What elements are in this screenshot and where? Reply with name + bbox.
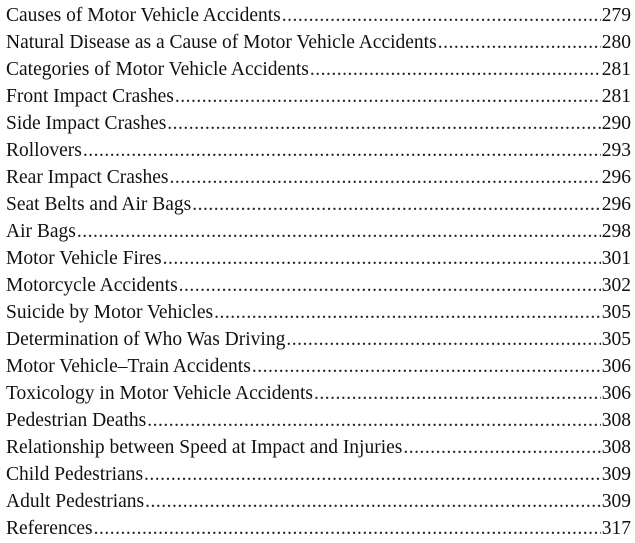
toc-entry-title: Motorcycle Accidents — [6, 275, 178, 296]
toc-entry-page: 305 — [601, 302, 631, 323]
dot-leader — [282, 2, 601, 29]
toc-entry-page: 293 — [601, 140, 631, 161]
toc-entry-page: 308 — [601, 410, 631, 431]
toc-entry-page: 317 — [601, 518, 631, 539]
dot-leader — [77, 218, 601, 245]
dot-leader — [214, 299, 601, 326]
toc-entry[interactable]: Adult Pedestrians 309 — [6, 488, 631, 515]
dot-leader — [252, 353, 601, 380]
toc-entry-title: Categories of Motor Vehicle Accidents — [6, 59, 309, 80]
dot-leader — [144, 461, 601, 488]
toc-entry[interactable]: Motor Vehicle Fires 301 — [6, 245, 631, 272]
toc-entry[interactable]: Categories of Motor Vehicle Accidents 28… — [6, 56, 631, 83]
toc-entry-page: 281 — [601, 59, 631, 80]
dot-leader — [83, 137, 601, 164]
toc-entry[interactable]: Front Impact Crashes 281 — [6, 83, 631, 110]
dot-leader — [94, 515, 601, 542]
dot-leader — [438, 29, 601, 56]
dot-leader — [179, 272, 601, 299]
dot-leader — [169, 164, 600, 191]
toc-entry-title: Relationship between Speed at Impact and… — [6, 437, 403, 458]
dot-leader — [310, 56, 601, 83]
toc-entry[interactable]: Determination of Who Was Driving 305 — [6, 326, 631, 353]
toc-entry[interactable]: Causes of Motor Vehicle Accidents 279 — [6, 2, 631, 29]
toc-entry[interactable]: Motor Vehicle–Train Accidents 306 — [6, 353, 631, 380]
toc-entry-page: 298 — [601, 221, 631, 242]
toc-entry-page: 305 — [601, 329, 631, 350]
toc-entry-title: Natural Disease as a Cause of Motor Vehi… — [6, 32, 437, 53]
toc-entry-page: 302 — [601, 275, 631, 296]
toc-entry[interactable]: Rear Impact Crashes 296 — [6, 164, 631, 191]
toc-entry-page: 308 — [601, 437, 631, 458]
toc-entry-title: Determination of Who Was Driving — [6, 329, 286, 350]
toc-entry-page: 309 — [601, 491, 631, 512]
toc-entry-title: Front Impact Crashes — [6, 86, 174, 107]
toc-entry-title: Rear Impact Crashes — [6, 167, 169, 188]
dot-leader — [314, 380, 601, 407]
toc-entry-title: Rollovers — [6, 140, 82, 161]
toc-entry[interactable]: Motorcycle Accidents 302 — [6, 272, 631, 299]
toc-entry-page: 296 — [601, 167, 631, 188]
toc-entry-title: References — [6, 518, 93, 539]
toc-entry-page: 280 — [601, 32, 631, 53]
dot-leader — [163, 245, 601, 272]
toc-entry-title: Child Pedestrians — [6, 464, 144, 485]
toc-entry-page: 301 — [601, 248, 631, 269]
toc-entry-page: 306 — [601, 356, 631, 377]
toc-entry[interactable]: Relationship between Speed at Impact and… — [6, 434, 631, 461]
toc-entry-page: 290 — [601, 113, 631, 134]
toc-entry-title: Pedestrian Deaths — [6, 410, 147, 431]
toc-entry-title: Suicide by Motor Vehicles — [6, 302, 214, 323]
toc-entry-title: Air Bags — [6, 221, 76, 242]
toc-entry[interactable]: Rollovers 293 — [6, 137, 631, 164]
toc-entry[interactable]: Child Pedestrians 309 — [6, 461, 631, 488]
toc-entry[interactable]: Toxicology in Motor Vehicle Accidents 30… — [6, 380, 631, 407]
toc-entry-title: Adult Pedestrians — [6, 491, 145, 512]
toc-entry-page: 296 — [601, 194, 631, 215]
toc-entry[interactable]: Natural Disease as a Cause of Motor Vehi… — [6, 29, 631, 56]
dot-leader — [403, 434, 600, 461]
toc-entry-title: Seat Belts and Air Bags — [6, 194, 192, 215]
dot-leader — [167, 110, 600, 137]
toc-entry[interactable]: Side Impact Crashes 290 — [6, 110, 631, 137]
dot-leader — [147, 407, 600, 434]
toc-entry[interactable]: References 317 — [6, 515, 631, 542]
toc-entry-title: Motor Vehicle Fires — [6, 248, 162, 269]
toc-entry-title: Causes of Motor Vehicle Accidents — [6, 5, 281, 26]
toc-entry-page: 309 — [601, 464, 631, 485]
toc-entry[interactable]: Suicide by Motor Vehicles 305 — [6, 299, 631, 326]
dot-leader — [286, 326, 600, 353]
toc-entry-title: Side Impact Crashes — [6, 113, 167, 134]
dot-leader — [175, 83, 601, 110]
toc-entry[interactable]: Pedestrian Deaths 308 — [6, 407, 631, 434]
toc-entry-page: 279 — [601, 5, 631, 26]
toc-entry-page: 281 — [601, 86, 631, 107]
toc-entry[interactable]: Seat Belts and Air Bags 296 — [6, 191, 631, 218]
toc-entry-title: Motor Vehicle–Train Accidents — [6, 356, 251, 377]
toc-entry-title: Toxicology in Motor Vehicle Accidents — [6, 383, 313, 404]
table-of-contents: Causes of Motor Vehicle Accidents 279 Na… — [0, 0, 635, 543]
dot-leader — [192, 191, 601, 218]
toc-entry[interactable]: Air Bags 298 — [6, 218, 631, 245]
toc-entry-page: 306 — [601, 383, 631, 404]
dot-leader — [145, 488, 601, 515]
